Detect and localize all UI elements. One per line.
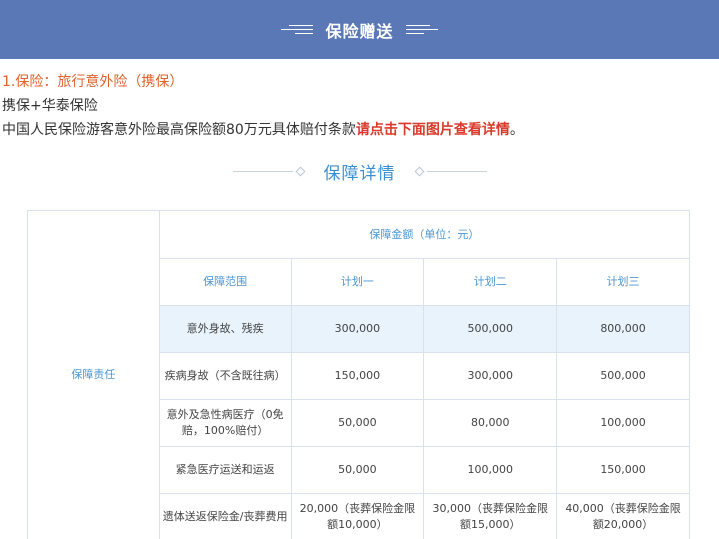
description-text: 中国人民保险游客意外险最高保险额80万元具体赔付条款 [2, 122, 356, 138]
coverage-item: 意外身故、残疾 [158, 305, 292, 353]
coverage-value: 50,000 [290, 399, 425, 447]
coverage-item: 紧急医疗运送和运返 [158, 446, 292, 494]
heading-line-left [232, 170, 293, 172]
description-end: 。 [509, 122, 524, 138]
table-header-row: 保障责任 保障金额（单位：元） [27, 210, 691, 539]
column-header: 计划二 [423, 258, 558, 306]
column-header: 计划一 [290, 258, 425, 306]
coverage-responsibility-cell: 保障责任 [27, 210, 160, 539]
coverage-value: 800,000 [556, 305, 690, 353]
coverage-value: 30,000（丧葬保险金限额15,000） [423, 493, 558, 539]
decorative-lines-left [281, 24, 314, 35]
diamond-icon [295, 166, 305, 176]
coverage-value: 80,000 [423, 399, 558, 447]
coverage-item: 遗体送返保险金/丧葬费用 [158, 493, 292, 539]
insurance-description: 中国人民保险游客意外险最高保险额80万元具体赔付条款请点击下面图片查看详情。 [2, 118, 524, 142]
section-title: 保障详情 [323, 163, 396, 184]
insurance-provider: 携保+华泰保险 [2, 98, 98, 114]
coverage-item: 意外及急性病医疗（0免赔，100%赔付） [158, 399, 292, 447]
heading-line-right [426, 170, 487, 172]
coverage-value: 500,000 [423, 305, 558, 353]
insurance-title: 1.保险：旅行意外险（携保） [2, 74, 184, 90]
coverage-value: 500,000 [556, 352, 690, 400]
decorative-lines-right [405, 24, 438, 35]
diamond-icon [414, 166, 424, 176]
column-header: 计划三 [556, 258, 690, 306]
coverage-value: 300,000 [423, 352, 558, 400]
section-heading: 保障详情 [0, 156, 719, 186]
banner-title: 保险赠送 [325, 21, 394, 41]
coverage-value: 40,000（丧葬保险金限额20,000） [556, 493, 690, 539]
header-banner: 保险赠送 [0, 0, 719, 59]
coverage-table: 保障责任 保障金额（单位：元） 保障范围 计划一 计划二 计划三 意外身故、残疾… [27, 210, 691, 539]
column-header: 保障范围 [158, 258, 292, 306]
amount-header-cell: 保障金额（单位：元） [158, 210, 691, 259]
intro-text: 1.保险：旅行意外险（携保） 携保+华泰保险 中国人民保险游客意外险最高保险额8… [2, 70, 524, 142]
coverage-value: 100,000 [556, 399, 690, 447]
coverage-value: 100,000 [423, 446, 558, 494]
coverage-item: 疾病身故（不含既往病） [158, 352, 292, 400]
coverage-value: 150,000 [556, 446, 690, 494]
coverage-value: 150,000 [290, 352, 425, 400]
coverage-value: 300,000 [290, 305, 425, 353]
coverage-value: 20,000（丧葬保险金限额10,000） [290, 493, 425, 539]
view-details-link[interactable]: 请点击下面图片查看详情 [356, 122, 510, 138]
coverage-value: 50,000 [290, 446, 425, 494]
